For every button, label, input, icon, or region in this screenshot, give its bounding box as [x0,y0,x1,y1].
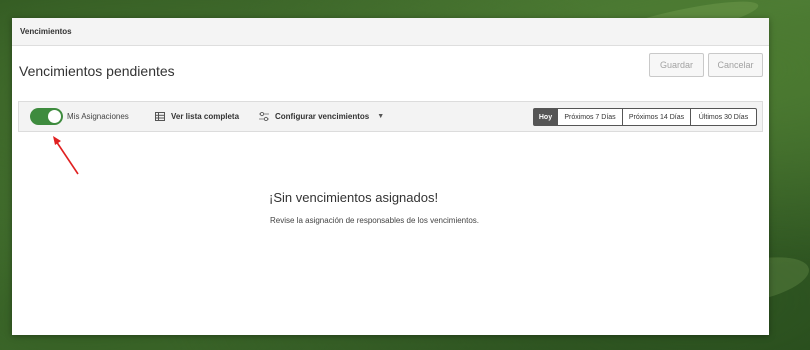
date-range-selector: Hoy Próximos 7 Días Próximos 14 Días Últ… [533,108,757,126]
view-full-list-link[interactable]: Ver lista completa [155,112,239,121]
app-window: Vencimientos Vencimientos pendientes Gua… [12,18,769,335]
range-last-30-button[interactable]: Últimos 30 Días [690,108,757,126]
page-title: Vencimientos pendientes [19,63,175,79]
view-full-list-label: Ver lista completa [171,112,240,121]
toggle-knob [48,110,61,123]
range-next-7-button[interactable]: Próximos 7 Días [557,108,623,126]
window-title: Vencimientos [20,27,72,36]
page-header: Vencimientos pendientes Guardar Cancelar [12,46,769,99]
caret-down-icon: ▼ [377,113,385,120]
range-next-14-button[interactable]: Próximos 14 Días [622,108,691,126]
my-assignments-toggle[interactable] [30,108,63,125]
range-today-button[interactable]: Hoy [533,108,558,126]
filter-toolbar: Mis Asignaciones Ver lista completa Conf… [18,101,763,132]
window-titlebar: Vencimientos [12,18,769,46]
empty-state-title: ¡Sin vencimientos asignados! [269,190,439,205]
cancel-button[interactable]: Cancelar [708,53,763,77]
toggle-label: Mis Asignaciones [67,112,129,121]
sliders-icon [259,112,269,121]
configure-dropdown[interactable]: Configurar vencimientos ▼ [259,112,384,121]
save-button[interactable]: Guardar [649,53,704,77]
table-icon [155,112,165,121]
empty-state-description: Revise la asignación de responsables de … [270,216,480,225]
configure-label: Configurar vencimientos [275,112,370,121]
